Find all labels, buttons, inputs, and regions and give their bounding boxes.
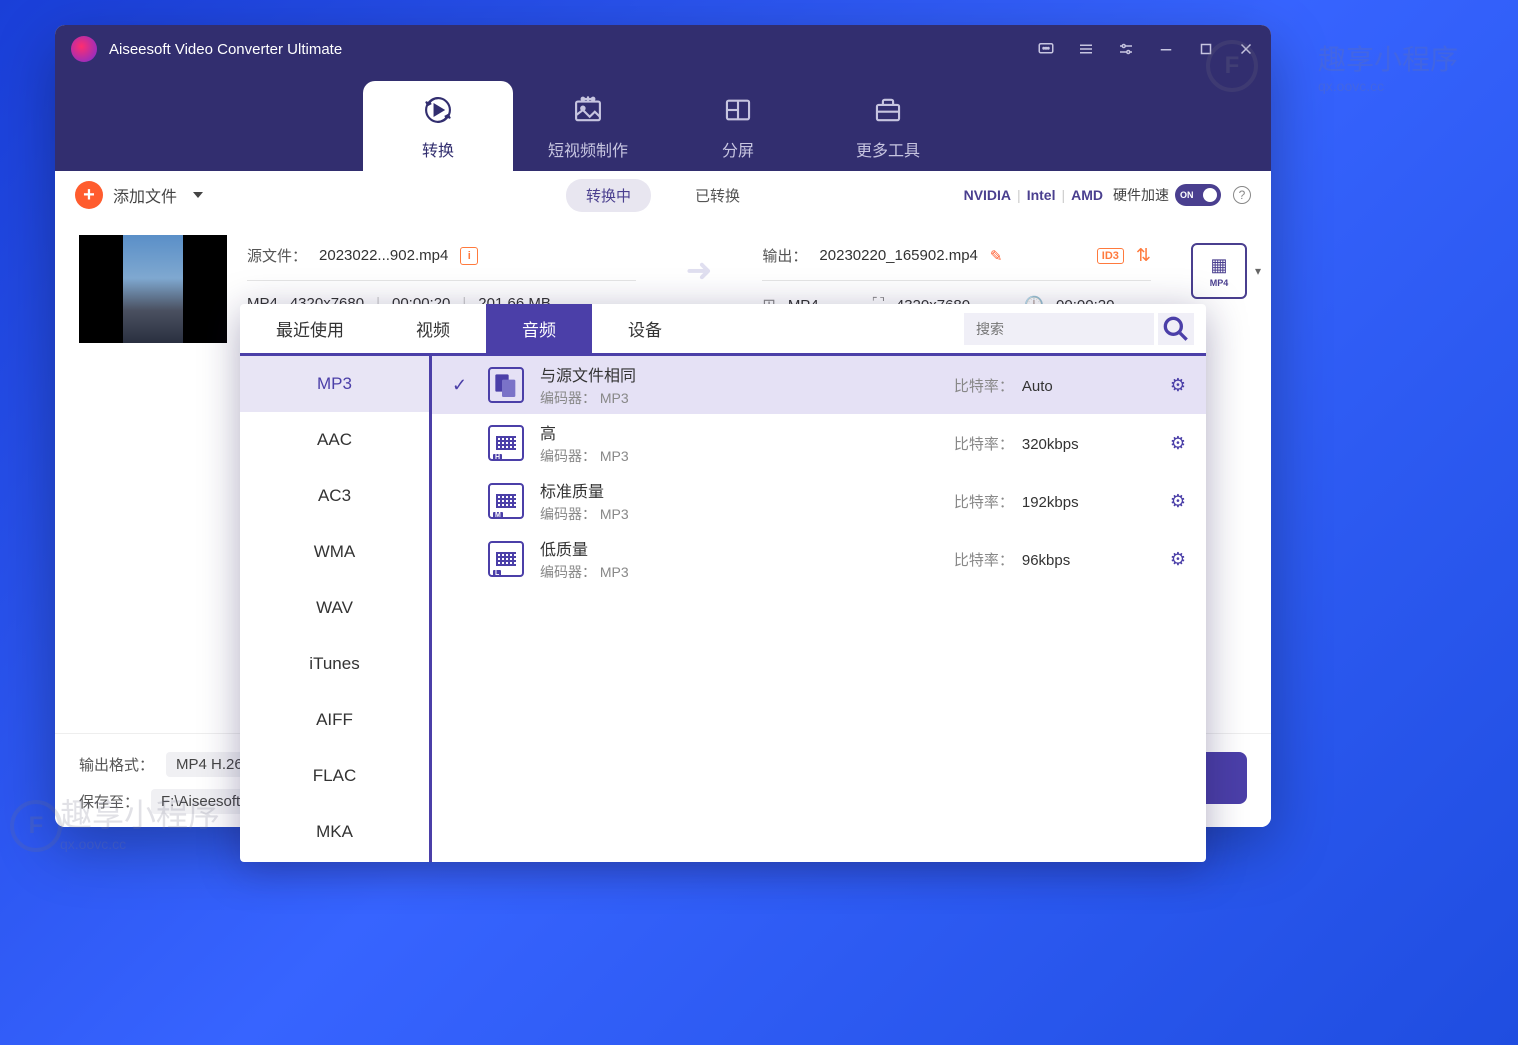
profile-icon: H [488, 425, 524, 461]
settings-icon[interactable] [1117, 40, 1135, 58]
profile-icon [488, 367, 524, 403]
format-popup: 最近使用 视频 音频 设备 MP3 AAC AC3 WMA WAV iTunes… [240, 304, 1206, 862]
output-format-label: 输出格式： [79, 754, 154, 775]
hw-amd: AMD [1071, 187, 1103, 203]
chevron-down-icon: ▾ [1255, 264, 1261, 278]
popup-tab-recent[interactable]: 最近使用 [240, 304, 380, 353]
profile-icon: L [488, 541, 524, 577]
format-item-flac[interactable]: FLAC [240, 748, 429, 804]
profile-settings-icon[interactable]: ⚙ [1170, 433, 1186, 454]
output-file-label: 输出： [762, 245, 807, 266]
split-icon [721, 93, 755, 127]
hw-accel-toggle[interactable]: ON [1175, 184, 1221, 206]
profile-list: ✓ 与源文件相同 编码器： MP3 比特率：Auto ⚙ ✓ H 高 编码器： … [432, 356, 1206, 862]
video-thumbnail[interactable] [79, 235, 227, 343]
source-file-label: 源文件： [247, 245, 307, 266]
tab-shortvideo[interactable]: 短视频制作 [513, 81, 663, 171]
feedback-icon[interactable] [1037, 40, 1055, 58]
format-item-wma[interactable]: WMA [240, 524, 429, 580]
search-button[interactable] [1158, 313, 1194, 345]
minimize-icon[interactable] [1157, 40, 1175, 58]
format-item-aiff[interactable]: AIFF [240, 692, 429, 748]
add-file-button[interactable]: + 添加文件 [75, 181, 203, 209]
format-item-mka[interactable]: MKA [240, 804, 429, 860]
app-logo [71, 36, 97, 62]
audio-format-list: MP3 AAC AC3 WMA WAV iTunes AIFF FLAC MKA [240, 356, 432, 862]
titlebar: Aiseesoft Video Converter Ultimate [55, 25, 1271, 73]
profile-settings-icon[interactable]: ⚙ [1170, 549, 1186, 570]
header-nav: 转换 短视频制作 分屏 更多工具 [55, 73, 1271, 171]
tab-split[interactable]: 分屏 [663, 81, 813, 171]
plus-icon: + [75, 181, 103, 209]
convert-icon [421, 93, 455, 127]
id3-icon[interactable]: ID3 [1097, 248, 1124, 264]
output-format-button[interactable]: ▦ MP4 ▾ [1191, 243, 1247, 299]
output-file-name: 20230220_165902.mp4 [819, 247, 977, 264]
profile-standard[interactable]: ✓ M 标准质量 编码器： MP3 比特率：192kbps ⚙ [432, 472, 1206, 530]
status-converted[interactable]: 已转换 [675, 179, 760, 212]
toolbar: + 添加文件 转换中 已转换 NVIDIA | Intel | AMD 硬件加速… [55, 171, 1271, 219]
profile-low[interactable]: ✓ L 低质量 编码器： MP3 比特率：96kbps ⚙ [432, 530, 1206, 588]
status-converting[interactable]: 转换中 [566, 179, 651, 212]
shortvideo-icon [571, 93, 605, 127]
profile-settings-icon[interactable]: ⚙ [1170, 491, 1186, 512]
check-icon: ✓ [452, 375, 472, 396]
tab-split-label: 分屏 [722, 137, 754, 161]
profile-same-as-source[interactable]: ✓ 与源文件相同 编码器： MP3 比特率：Auto ⚙ [432, 356, 1206, 414]
source-info-icon[interactable]: i [460, 247, 478, 265]
save-to-value[interactable]: F:\Aiseesoft [151, 789, 250, 814]
tab-shortvideo-label: 短视频制作 [548, 137, 628, 161]
tab-moretools-label: 更多工具 [856, 137, 920, 161]
popup-tab-device[interactable]: 设备 [592, 304, 698, 353]
profile-high[interactable]: ✓ H 高 编码器： MP3 比特率：320kbps ⚙ [432, 414, 1206, 472]
hw-accel-label: 硬件加速 [1113, 185, 1169, 205]
format-item-itunes[interactable]: iTunes [240, 636, 429, 692]
watermark-text: 趣享小程序qx.oovc.cc [1318, 38, 1458, 94]
format-item-mp3[interactable]: MP3 [240, 356, 429, 412]
format-item-wav[interactable]: WAV [240, 580, 429, 636]
tune-icon[interactable]: ⇅ [1136, 245, 1151, 266]
format-item-ac3[interactable]: AC3 [240, 468, 429, 524]
hw-intel: Intel [1027, 187, 1056, 203]
format-search-input[interactable] [964, 313, 1154, 345]
watermark-logo: F [10, 800, 62, 852]
chevron-down-icon [193, 192, 203, 198]
edit-output-icon[interactable]: ✎ [990, 247, 1003, 265]
watermark-logo: F [1206, 40, 1258, 92]
format-item-aac[interactable]: AAC [240, 412, 429, 468]
popup-tab-audio[interactable]: 音频 [486, 304, 592, 353]
save-to-label: 保存至： [79, 791, 139, 812]
profile-settings-icon[interactable]: ⚙ [1170, 375, 1186, 396]
hw-nvidia: NVIDIA [964, 187, 1011, 203]
tab-convert[interactable]: 转换 [363, 81, 513, 171]
tab-moretools[interactable]: 更多工具 [813, 81, 963, 171]
film-icon: ▦ [1210, 255, 1227, 276]
menu-icon[interactable] [1077, 40, 1095, 58]
popup-tabs: 最近使用 视频 音频 设备 [240, 304, 1206, 356]
toolbox-icon [871, 93, 905, 127]
help-icon[interactable]: ? [1233, 186, 1251, 204]
profile-icon: M [488, 483, 524, 519]
app-title: Aiseesoft Video Converter Ultimate [109, 41, 342, 58]
add-file-label: 添加文件 [113, 183, 177, 207]
popup-tab-video[interactable]: 视频 [380, 304, 486, 353]
tab-convert-label: 转换 [422, 137, 454, 161]
source-file-name: 2023022...902.mp4 [319, 247, 448, 264]
